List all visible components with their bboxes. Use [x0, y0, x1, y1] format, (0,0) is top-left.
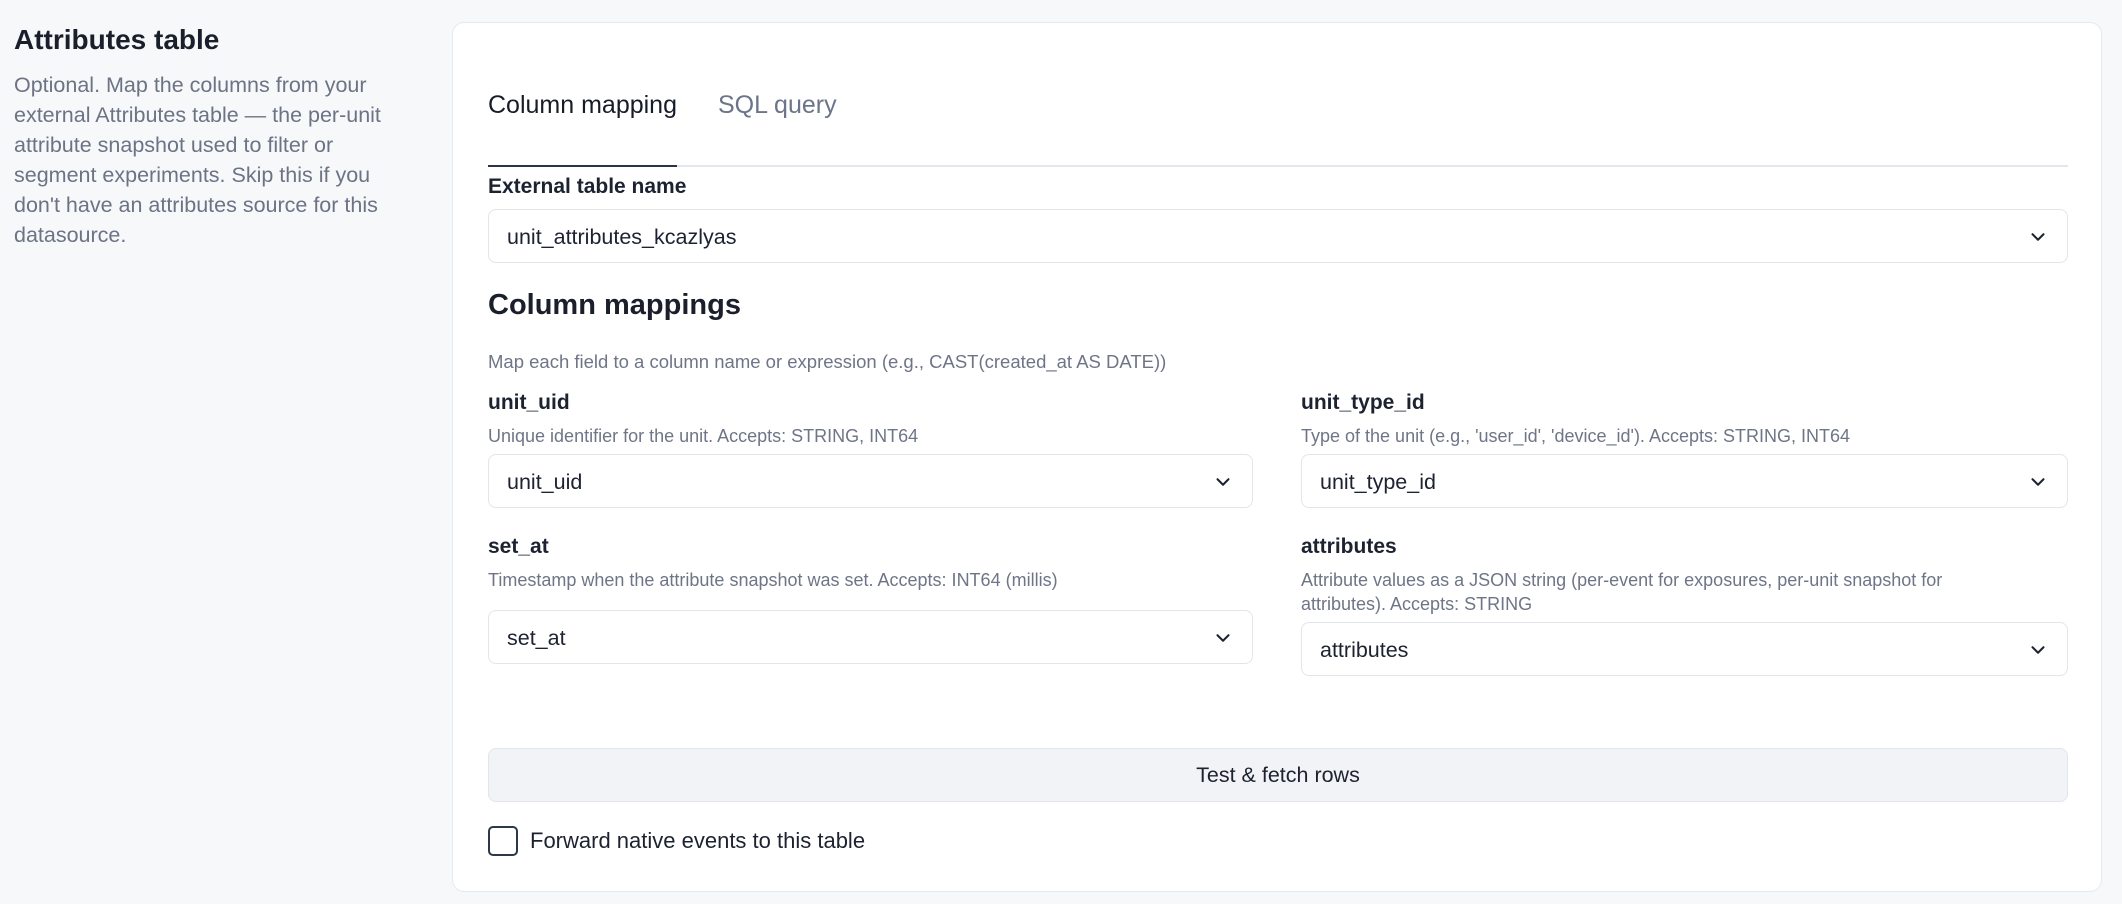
external-table-value: unit_attributes_kcazlyas [507, 225, 737, 249]
attributes-table-step: Attributes table Optional. Map the colum… [0, 0, 2122, 904]
mapping-card: Column mapping SQL query External table … [452, 22, 2102, 892]
field-value-unit-uid: unit_uid [507, 470, 583, 494]
forward-events-row: Forward native events to this table [488, 826, 865, 856]
chevron-down-icon [1216, 478, 1230, 486]
tab-bar: Column mapping SQL query [488, 87, 2068, 167]
field-help-unit-type-id: Type of the unit (e.g., 'user_id', 'devi… [1301, 426, 1850, 446]
tab-column-mapping[interactable]: Column mapping [488, 87, 677, 167]
chevron-down-icon [2031, 233, 2045, 241]
tab-sql-query[interactable]: SQL query [718, 87, 837, 123]
field-select-attributes[interactable]: attributes [1301, 622, 2068, 676]
field-label-unit-type-id: unit_type_id [1301, 391, 1425, 414]
field-label-attributes: attributes [1301, 535, 1397, 558]
field-value-set-at: set_at [507, 626, 566, 650]
test-fetch-rows-button[interactable]: Test & fetch rows [488, 748, 2068, 802]
field-help-attributes: Attribute values as a JSON string (per-e… [1301, 570, 1943, 614]
external-table-label: External table name [488, 175, 687, 198]
field-label-set-at: set_at [488, 535, 549, 558]
column-mappings-title: Column mappings [488, 289, 741, 321]
chevron-down-icon [2031, 478, 2045, 486]
field-select-unit-uid[interactable]: unit_uid [488, 454, 1253, 508]
field-value-unit-type-id: unit_type_id [1320, 470, 1436, 494]
chevron-down-icon [2031, 646, 2045, 654]
intro-panel: Attributes table Optional. Map the colum… [14, 22, 404, 250]
page-description: Optional. Map the columns from your exte… [14, 73, 381, 247]
page-title: Attributes table [14, 24, 220, 55]
field-select-set-at[interactable]: set_at [488, 610, 1253, 664]
external-table-select[interactable]: unit_attributes_kcazlyas [488, 209, 2068, 263]
field-value-attributes: attributes [1320, 638, 1409, 662]
forward-events-label[interactable]: Forward native events to this table [530, 828, 865, 854]
column-mappings-subtitle: Map each field to a column name or expre… [488, 351, 1167, 372]
field-help-unit-uid: Unique identifier for the unit. Accepts:… [488, 426, 919, 446]
forward-events-checkbox[interactable] [488, 826, 518, 856]
field-select-unit-type-id[interactable]: unit_type_id [1301, 454, 2068, 508]
field-help-set-at: Timestamp when the attribute snapshot wa… [488, 570, 1058, 590]
field-label-unit-uid: unit_uid [488, 391, 570, 414]
chevron-down-icon [1216, 634, 1230, 642]
